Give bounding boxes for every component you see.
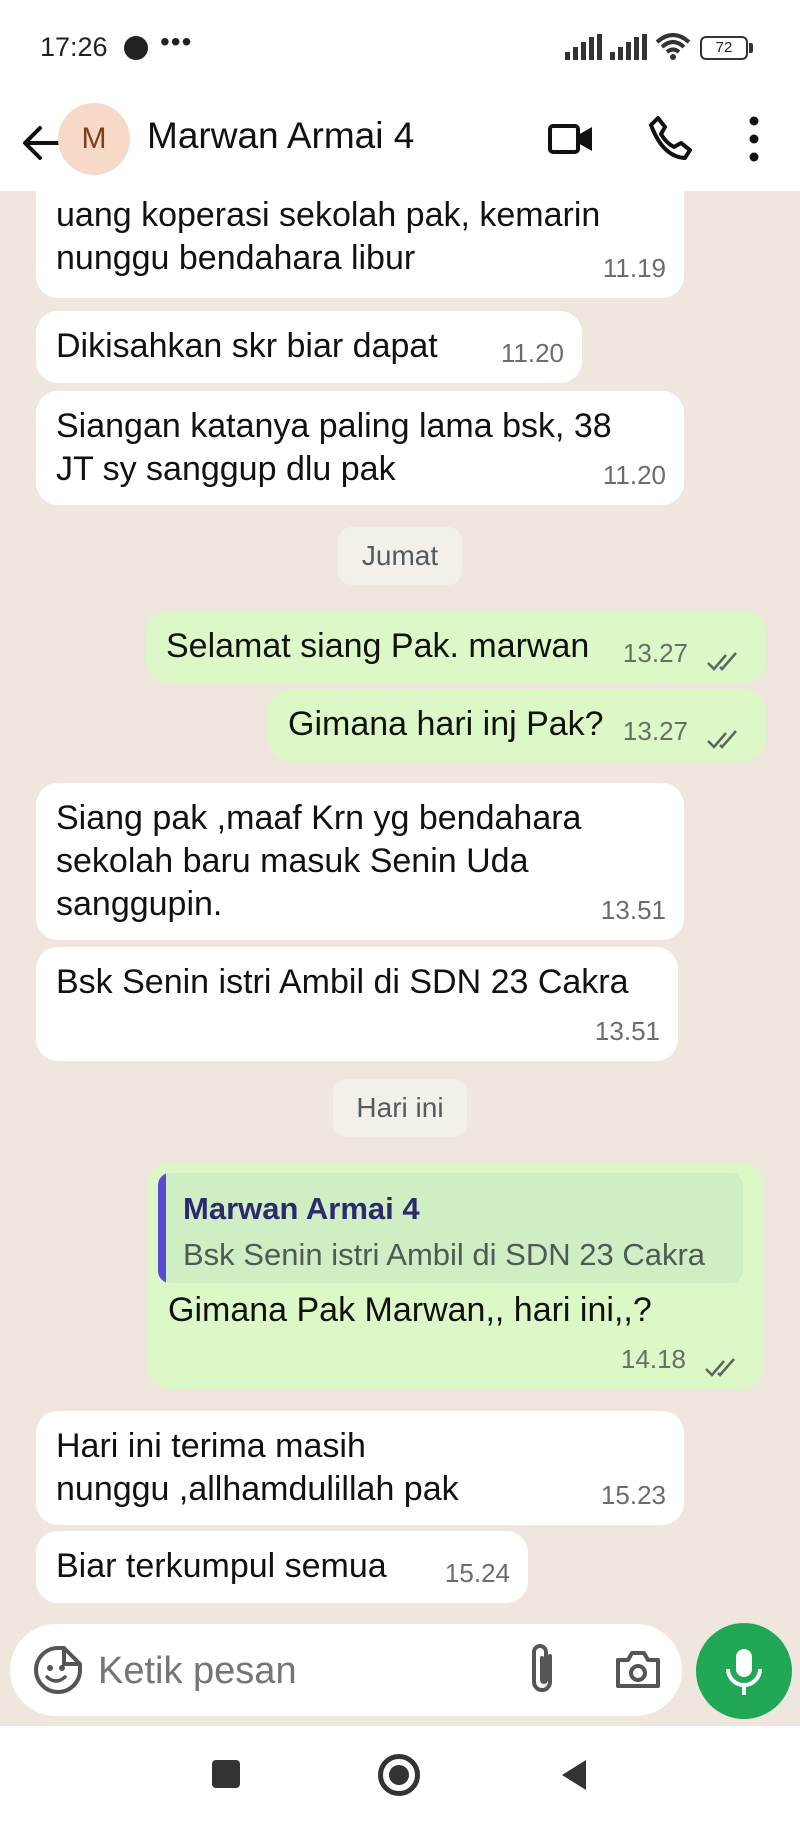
message-text: Gimana Pak Marwan,, hari ini,,? [168,1291,652,1329]
message-time: 13.27 [622,638,688,668]
emoji-sticker-icon[interactable] [32,1644,84,1696]
battery-tip [749,43,753,53]
battery-icon: 72 [700,36,748,60]
message-incoming[interactable]: Bsk Senin istri Ambil di SDN 23 Cakra 13… [36,947,678,1061]
signal-icon [565,34,602,60]
message-incoming[interactable]: Biar terkumpul semua 15.24 [36,1531,528,1603]
message-text: bsk Jumat ,mau dikasi minjam uang kopera… [56,196,601,277]
quote-bar [158,1173,166,1283]
microphone-icon [726,1649,762,1695]
video-call-icon[interactable] [547,115,595,163]
message-text: Hari ini terima masih nunggu ,allhamduli… [56,1427,459,1508]
message-outgoing-reply[interactable]: Marwan Armai 4 Bsk Senin istri Ambil di … [148,1163,764,1389]
status-time: 17:26 [40,32,108,62]
quoted-message[interactable]: Marwan Armai 4 Bsk Senin istri Ambil di … [158,1173,743,1283]
message-outgoing[interactable]: Selamat siang Pak. marwan 13.27 [146,611,766,683]
recording-dot-icon [124,36,148,60]
more-options-icon[interactable] [740,113,768,165]
message-incoming[interactable]: bsk Jumat ,mau dikasi minjam uang kopera… [36,191,684,298]
signal-icon-2 [610,34,647,60]
system-back-icon[interactable] [558,1758,588,1792]
quoted-author: Marwan Armai 4 [183,1191,420,1226]
wifi-icon [655,33,691,60]
chat-header: M Marwan Armai 4 [0,95,800,191]
double-check-icon [705,1358,735,1377]
message-time: 13.51 [600,895,666,925]
message-text: Biar terkumpul semua [56,1547,387,1585]
message-incoming[interactable]: Siang pak ,maaf Krn yg bendahara sekolah… [36,783,684,940]
avatar[interactable]: M [58,103,130,175]
message-input[interactable] [98,1646,438,1696]
chat-area[interactable]: bsk Jumat ,mau dikasi minjam uang kopera… [0,191,800,1621]
date-separator: Jumat [338,527,462,585]
date-separator: Hari ini [333,1079,467,1137]
status-bar: 17:26 ••• 72 [0,0,800,95]
attach-icon[interactable] [522,1642,562,1698]
message-text: Siangan katanya paling lama bsk, 38 JT s… [56,407,612,488]
home-button-dot [389,1765,409,1785]
contact-name[interactable]: Marwan Armai 4 [147,115,414,157]
message-incoming[interactable]: Hari ini terima masih nunggu ,allhamduli… [36,1411,684,1525]
double-check-icon [707,730,737,749]
message-time: 13.51 [594,1016,660,1046]
message-time: 14.18 [620,1344,686,1374]
message-incoming[interactable]: Dikisahkan skr biar dapat 11.20 [36,311,582,383]
message-outgoing[interactable]: Gimana hari inj Pak? 13.27 [268,689,766,761]
message-time: 11.20 [602,460,666,490]
recent-apps-button[interactable] [212,1760,240,1788]
system-nav-bar [0,1726,800,1822]
message-incoming[interactable]: Siangan katanya paling lama bsk, 38 JT s… [36,391,684,505]
message-text: Dikisahkan skr biar dapat [56,327,438,365]
message-time: 11.20 [500,338,564,368]
voice-message-button[interactable] [696,1623,792,1719]
message-text: Siang pak ,maaf Krn yg bendahara sekolah… [56,799,582,923]
quoted-text: Bsk Senin istri Ambil di SDN 23 Cakra [183,1237,706,1272]
message-time: 13.27 [622,716,688,746]
message-time: 15.24 [444,1558,510,1588]
more-notifications-icon: ••• [160,26,193,57]
message-composer [10,1624,682,1716]
double-check-icon [707,652,737,671]
message-text: Bsk Senin istri Ambil di SDN 23 Cakra [56,963,629,1001]
message-time: 11.19 [602,253,666,283]
message-time: 15.23 [600,1480,666,1510]
voice-call-icon[interactable] [645,113,695,163]
camera-icon[interactable] [614,1646,662,1692]
